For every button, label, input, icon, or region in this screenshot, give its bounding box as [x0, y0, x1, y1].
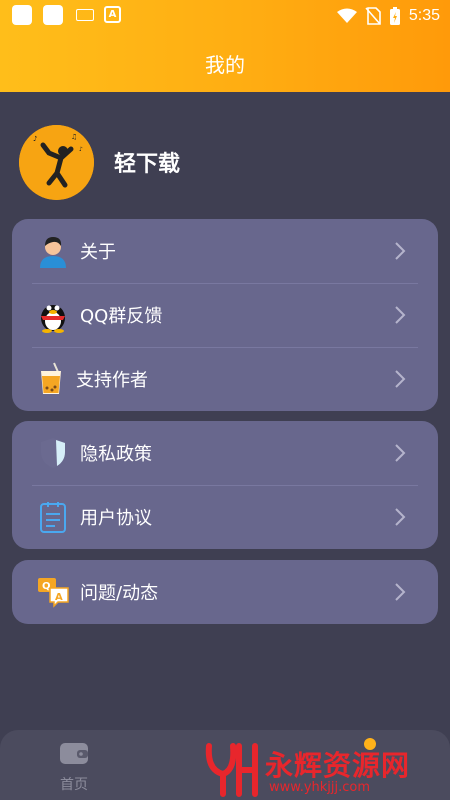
a-letter-icon: A	[104, 6, 121, 23]
wifi-icon	[336, 8, 357, 23]
chevron-right-icon	[395, 583, 406, 601]
user-icon	[36, 234, 70, 268]
menu-item-privacy-policy[interactable]: 隐私政策	[12, 421, 438, 485]
watermark-url: www.yhkjjj.com	[269, 780, 371, 795]
drink-cup-icon	[36, 362, 66, 396]
chevron-right-icon	[395, 444, 406, 462]
watermark: 永辉资源网 www.yhkjjj.com	[205, 738, 450, 800]
svg-text:A: A	[55, 592, 63, 603]
menu-item-label: 问题/动态	[80, 583, 159, 604]
avatar[interactable]: ♪ ♫ ♪	[19, 124, 94, 200]
app-name: 轻下载	[114, 152, 181, 177]
menu-card-policy: 隐私政策 用户协议	[12, 421, 438, 549]
notification-icon	[12, 5, 32, 25]
header-bar: A 5:35 我的	[0, 0, 450, 92]
menu-card-about: 关于 QQ群反馈 支持作者	[12, 219, 438, 411]
menu-item-issues-updates[interactable]: Q A 问题/动态	[12, 560, 438, 624]
no-sim-icon	[365, 7, 381, 25]
watermark-logo-icon	[205, 743, 258, 797]
status-bar: A 5:35	[0, 0, 450, 32]
menu-item-user-agreement[interactable]: 用户协议	[12, 485, 438, 549]
menu-item-support-author[interactable]: 支持作者	[12, 347, 438, 411]
svg-text:♪: ♪	[79, 146, 83, 153]
status-time: 5:35	[408, 7, 440, 24]
wallet-icon	[60, 743, 88, 764]
menu-item-about[interactable]: 关于	[12, 219, 438, 283]
profile-section[interactable]: ♪ ♫ ♪ 轻下载	[19, 124, 180, 200]
battery-charging-icon	[389, 7, 400, 25]
svg-text:♫: ♫	[71, 133, 77, 141]
qa-chat-icon: Q A	[36, 575, 70, 609]
document-icon	[36, 500, 70, 534]
chevron-right-icon	[395, 306, 406, 324]
menu-item-label: 隐私政策	[80, 444, 152, 465]
watermark-text: 永辉资源网	[265, 749, 411, 782]
menu-item-qq-feedback[interactable]: QQ群反馈	[12, 283, 438, 347]
status-right: 5:35	[336, 5, 440, 27]
shield-icon	[36, 436, 70, 470]
menu-item-label: 关于	[80, 242, 116, 263]
chevron-right-icon	[395, 370, 406, 388]
page-title: 我的	[205, 53, 245, 77]
svg-text:♪: ♪	[33, 135, 37, 143]
svg-text:Q: Q	[42, 581, 51, 592]
keyboard-icon	[76, 9, 94, 21]
menu-item-label: 支持作者	[76, 370, 148, 391]
menu-item-label: QQ群反馈	[80, 306, 163, 327]
chevron-right-icon	[395, 508, 406, 526]
dancer-logo-icon: ♪ ♫ ♪	[19, 124, 94, 200]
menu-card-qa: Q A 问题/动态	[12, 560, 438, 624]
tab-home-label: 首页	[60, 777, 88, 793]
tab-home[interactable]: 首页	[44, 740, 104, 794]
chevron-right-icon	[395, 242, 406, 260]
menu-item-label: 用户协议	[80, 508, 152, 529]
qq-penguin-icon	[36, 298, 70, 333]
notification-icon	[43, 5, 63, 25]
